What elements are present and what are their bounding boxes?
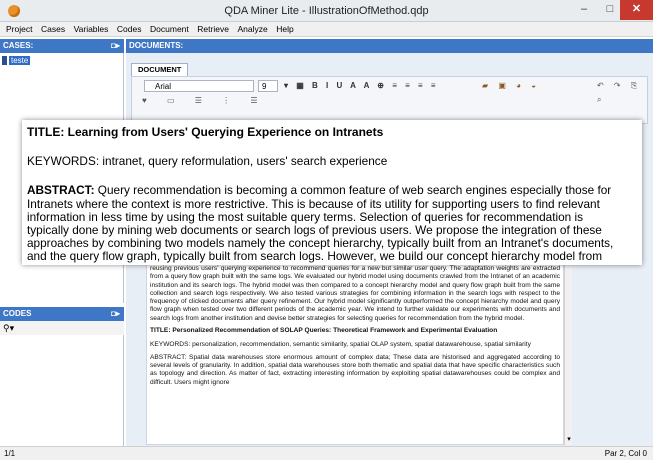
search-icon[interactable]: ⚲▾ xyxy=(3,323,14,333)
menu-bar: Project Cases Variables Codes Document R… xyxy=(0,22,653,37)
status-bar: 1/1 Par 2, Col 0 xyxy=(0,446,653,460)
close-button[interactable]: ✕ xyxy=(620,0,653,20)
popup-abstract-label: ABSTRACT: xyxy=(27,183,95,198)
menu-analyze[interactable]: Analyze xyxy=(234,22,270,37)
doc-keywords: KEYWORDS: personalization, recommendatio… xyxy=(150,341,531,349)
codes-toolbar: ⚲▾ xyxy=(0,321,124,335)
status-cursor-position: Par 2, Col 0 xyxy=(604,449,647,458)
doc-paragraph: reusing previous users' querying experie… xyxy=(150,265,560,322)
menu-document[interactable]: Document xyxy=(147,22,192,37)
font-select[interactable]: Arial xyxy=(144,80,254,92)
minimize-button[interactable]: – xyxy=(570,0,598,20)
menu-help[interactable]: Help xyxy=(273,22,296,37)
popup-title: Learning from Users' Querying Experience… xyxy=(67,125,384,139)
cases-panel-toggle-icon[interactable]: ◘▸ xyxy=(111,39,120,53)
case-icon xyxy=(2,56,7,66)
popup-abstract-line: Intranets where the context is more rest… xyxy=(27,196,600,211)
cases-panel-header: CASES: ◘▸ xyxy=(0,39,124,53)
menu-codes[interactable]: Codes xyxy=(114,22,145,37)
status-record-count: 1/1 xyxy=(4,449,16,458)
document-text[interactable]: reusing previous users' querying experie… xyxy=(146,262,564,445)
scroll-down-icon[interactable]: ▾ xyxy=(566,435,572,445)
menu-cases[interactable]: Cases xyxy=(38,22,68,37)
codes-list xyxy=(0,335,124,446)
popup-abstract-line: Query recommendation is becoming a commo… xyxy=(97,183,612,198)
cases-panel-title: CASES: xyxy=(3,41,34,50)
popup-abstract-line: and the query flow graph, typically buil… xyxy=(27,249,603,264)
codes-panel-title: CODES xyxy=(3,309,32,318)
title-bar: QDA Miner Lite - IllustrationOfMethod.qd… xyxy=(0,0,653,22)
font-size-select[interactable]: 9 xyxy=(258,80,278,92)
doc-title: TITLE: Personalized Recommendation of SO… xyxy=(150,327,498,335)
case-item[interactable]: teste xyxy=(2,56,120,68)
doc-abstract: ABSTRACT: Spatial data warehouses store … xyxy=(150,353,560,386)
popup-keywords: intranet, query reformulation, users' se… xyxy=(102,154,388,169)
codes-panel-header: CODES ◘▸ xyxy=(0,307,124,321)
window-title: QDA Miner Lite - IllustrationOfMethod.qd… xyxy=(224,5,429,17)
formatting-icons[interactable]: ▾ ▦ B I U A A ⊕ ≡ ≡ ≡ ≡ xyxy=(284,79,439,93)
document-toolbar: Arial 9 ▾ ▦ B I U A A ⊕ ≡ ≡ ≡ ≡ ▰ ▣ ◕ ◒ … xyxy=(131,76,648,124)
documents-panel-header: DOCUMENTS: xyxy=(126,39,653,53)
paragraph-icons[interactable]: ♥ ▭ ☰ ⋮ ☰ xyxy=(142,94,267,108)
menu-project[interactable]: Project xyxy=(3,22,35,37)
popup-keywords-label: KEYWORDS: xyxy=(27,154,100,169)
magnified-text-overlay: TITLE: Learning from Users' Querying Exp… xyxy=(22,120,642,265)
codes-panel-toggle-icon[interactable]: ◘▸ xyxy=(111,307,120,321)
popup-title-label: TITLE: xyxy=(27,125,65,139)
tab-document[interactable]: DOCUMENT xyxy=(131,63,189,76)
case-item-label: teste xyxy=(9,56,31,66)
document-scrollbar[interactable]: ▾ xyxy=(564,262,572,445)
insert-icons[interactable]: ▰ ▣ ◕ ◒ xyxy=(482,79,540,93)
documents-panel-title: DOCUMENTS: xyxy=(129,41,184,50)
menu-retrieve[interactable]: Retrieve xyxy=(194,22,232,37)
menu-variables[interactable]: Variables xyxy=(71,22,112,37)
